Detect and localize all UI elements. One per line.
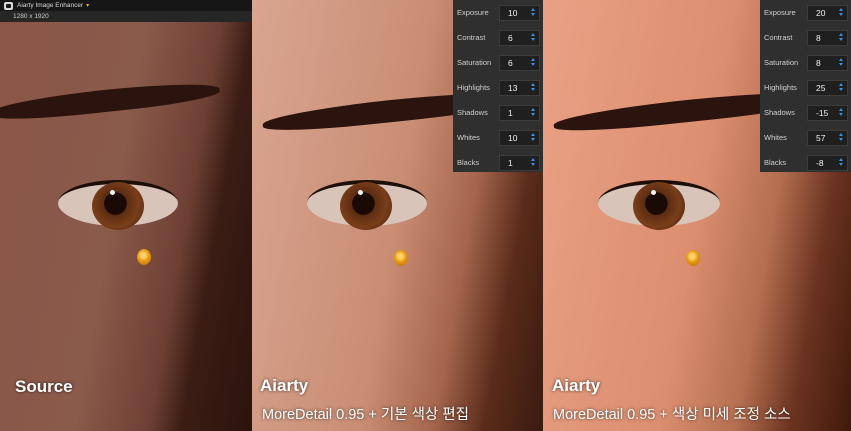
highlights-stepper[interactable]: 13 xyxy=(499,80,540,96)
shadows-stepper[interactable]: -15 xyxy=(807,105,848,121)
adjustments-panel: Exposure 20 Contrast 8 Saturation 8 High… xyxy=(760,0,851,172)
adjust-label: Blacks xyxy=(457,158,480,167)
adjust-row-contrast: Contrast 6 xyxy=(453,25,543,50)
adjust-value: 20 xyxy=(816,8,826,18)
exposure-stepper[interactable]: 20 xyxy=(807,5,848,21)
spinner-icon[interactable] xyxy=(531,133,536,142)
spinner-icon[interactable] xyxy=(531,108,536,117)
adjust-row-saturation: Saturation 6 xyxy=(453,50,543,75)
adjust-label: Blacks xyxy=(764,158,787,167)
adjust-label: Saturation xyxy=(764,58,799,67)
spinner-icon[interactable] xyxy=(531,83,536,92)
adjustments-panel: Exposure 10 Contrast 6 Saturation 6 High… xyxy=(453,0,543,172)
adjust-label: Whites xyxy=(764,133,787,142)
iris xyxy=(633,182,685,230)
chevron-down-icon[interactable]: ▾ xyxy=(86,2,89,9)
adjust-row-whites: Whites 10 xyxy=(453,125,543,150)
adjust-value: 1 xyxy=(508,158,513,168)
saturation-stepper[interactable]: 6 xyxy=(499,55,540,71)
panel-label-aiarty: Aiarty xyxy=(260,376,309,395)
tear-drop xyxy=(394,250,408,266)
panel-sublabel: MoreDetail 0.95 + 색상 미세 조정 소스 xyxy=(553,407,791,423)
adjust-label: Exposure xyxy=(457,8,489,17)
adjust-row-saturation: Saturation 8 xyxy=(760,50,851,75)
iris xyxy=(340,182,392,230)
spinner-icon[interactable] xyxy=(531,8,536,17)
adjust-value: 6 xyxy=(508,58,513,68)
saturation-stepper[interactable]: 8 xyxy=(807,55,848,71)
iris xyxy=(92,182,144,230)
adjust-row-highlights: Highlights 25 xyxy=(760,75,851,100)
spinner-icon[interactable] xyxy=(531,58,536,67)
panel-label-source: Source xyxy=(15,377,73,396)
adjust-value: -8 xyxy=(816,158,824,168)
whites-stepper[interactable]: 57 xyxy=(807,130,848,146)
adjust-value: 8 xyxy=(816,58,821,68)
adjust-value: -15 xyxy=(816,108,829,118)
adjust-value: 6 xyxy=(508,33,513,43)
eyebrow xyxy=(0,78,221,124)
resolution-label: 1280 x 1920 xyxy=(13,13,49,20)
tear-drop xyxy=(686,250,700,266)
source-image-panel: Source xyxy=(0,22,252,431)
spinner-icon[interactable] xyxy=(839,108,844,117)
adjust-value: 13 xyxy=(508,83,518,93)
app-logo-icon xyxy=(4,1,13,10)
adjust-label: Highlights xyxy=(457,83,490,92)
adjust-label: Contrast xyxy=(457,33,486,42)
adjust-value: 25 xyxy=(816,83,826,93)
adjust-row-exposure: Exposure 10 xyxy=(453,0,543,25)
adjust-row-whites: Whites 57 xyxy=(760,125,851,150)
eye-glint xyxy=(110,190,115,195)
enhanced-image-panel-fine: Aiarty MoreDetail 0.95 + 색상 미세 조정 소스 Exp… xyxy=(543,0,851,431)
blacks-stepper[interactable]: -8 xyxy=(807,155,848,171)
spinner-icon[interactable] xyxy=(839,58,844,67)
adjust-value: 10 xyxy=(508,133,518,143)
adjust-row-blacks: Blacks 1 xyxy=(453,150,543,175)
contrast-stepper[interactable]: 6 xyxy=(499,30,540,46)
spinner-icon[interactable] xyxy=(839,83,844,92)
highlights-stepper[interactable]: 25 xyxy=(807,80,848,96)
adjust-label: Shadows xyxy=(457,108,488,117)
spinner-icon[interactable] xyxy=(531,33,536,42)
adjust-label: Saturation xyxy=(457,58,492,67)
adjust-row-contrast: Contrast 8 xyxy=(760,25,851,50)
panel-sublabel: MoreDetail 0.95 + 기본 색상 편집 xyxy=(262,407,469,423)
adjust-label: Whites xyxy=(457,133,480,142)
spinner-icon[interactable] xyxy=(839,158,844,167)
adjust-label: Shadows xyxy=(764,108,795,117)
eye-glint xyxy=(358,190,363,195)
adjust-label: Exposure xyxy=(764,8,796,17)
whites-stepper[interactable]: 10 xyxy=(499,130,540,146)
adjust-label: Contrast xyxy=(764,33,793,42)
exposure-stepper[interactable]: 10 xyxy=(499,5,540,21)
adjust-row-exposure: Exposure 20 xyxy=(760,0,851,25)
adjust-label: Highlights xyxy=(764,83,797,92)
shadows-stepper[interactable]: 1 xyxy=(499,105,540,121)
adjust-row-shadows: Shadows 1 xyxy=(453,100,543,125)
app-title: Aiarty Image Enhancer xyxy=(17,2,84,9)
adjust-value: 10 xyxy=(508,8,518,18)
adjust-value: 8 xyxy=(816,33,821,43)
eye-glint xyxy=(651,190,656,195)
adjust-value: 1 xyxy=(508,108,513,118)
spinner-icon[interactable] xyxy=(839,133,844,142)
resolution-bar: 1280 x 1920 xyxy=(0,11,252,22)
contrast-stepper[interactable]: 8 xyxy=(807,30,848,46)
adjust-row-highlights: Highlights 13 xyxy=(453,75,543,100)
adjust-row-shadows: Shadows -15 xyxy=(760,100,851,125)
tear-drop xyxy=(137,249,151,265)
adjust-row-blacks: Blacks -8 xyxy=(760,150,851,175)
blacks-stepper[interactable]: 1 xyxy=(499,155,540,171)
spinner-icon[interactable] xyxy=(839,8,844,17)
enhanced-image-panel-basic: Aiarty MoreDetail 0.95 + 기본 색상 편집 Exposu… xyxy=(252,0,543,431)
adjust-value: 57 xyxy=(816,133,826,143)
spinner-icon[interactable] xyxy=(839,33,844,42)
panel-label-aiarty: Aiarty xyxy=(552,376,601,395)
spinner-icon[interactable] xyxy=(531,158,536,167)
